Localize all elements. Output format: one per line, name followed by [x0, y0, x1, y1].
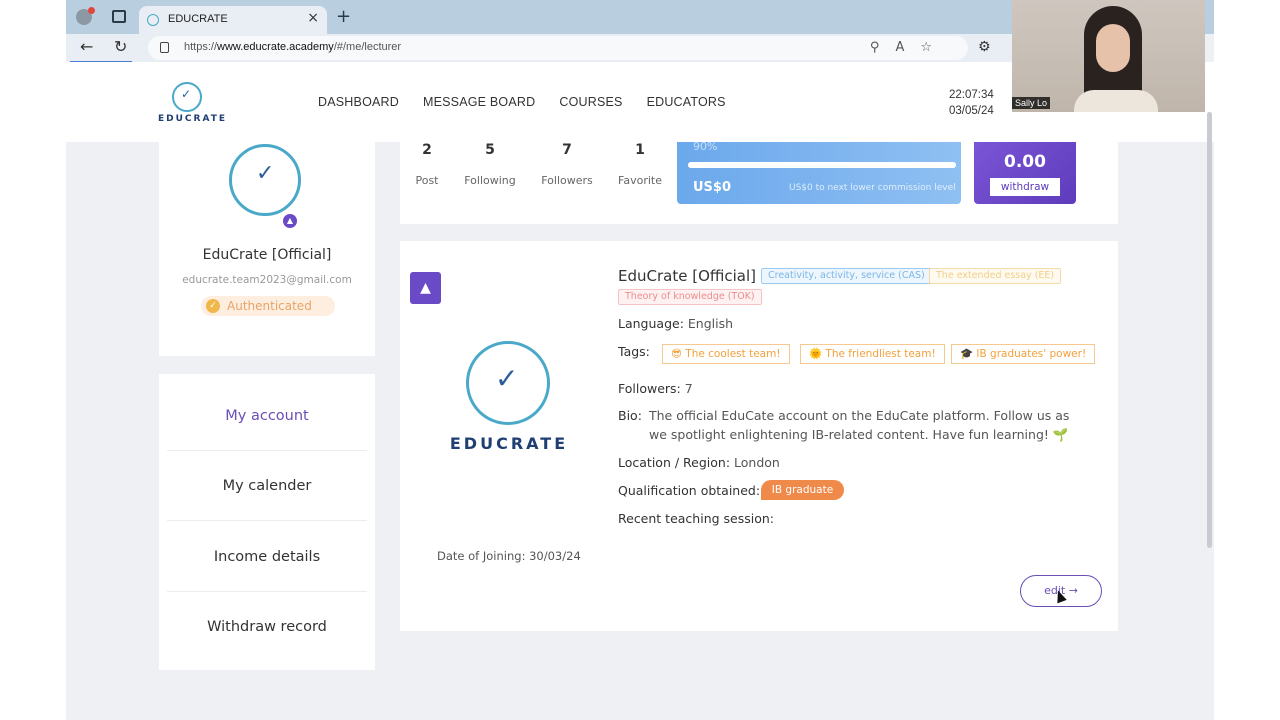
bio-label: Bio: [618, 408, 642, 423]
language-row: Language: English [618, 316, 734, 331]
tag-item: 🎓 IB graduates' power! [951, 344, 1096, 364]
stat-followers[interactable]: 7 Followers [537, 142, 597, 187]
new-tab-icon[interactable]: + [336, 6, 351, 27]
profile-name: EduCrate [Official] [202, 247, 332, 263]
account-sidebar: My account My calender Income details Wi… [159, 374, 375, 670]
sidebar-item-my-account[interactable]: My account [167, 381, 367, 451]
lecturer-badge-icon: ▲ [410, 272, 441, 304]
lecturer-badge-icon: ▲ [283, 214, 297, 228]
join-date: Date of Joining: 30/03/24 [437, 549, 581, 563]
url-text: https://www.educrate.academy/#/me/lectur… [184, 41, 402, 53]
tags-label: Tags: [618, 344, 650, 359]
stat-favorite[interactable]: 1 Favorite [610, 142, 670, 187]
lock-icon[interactable] [160, 42, 169, 53]
avatar [229, 144, 301, 216]
status-badge: ✓ Authenticated [201, 296, 335, 316]
presenter-video [1074, 6, 1158, 112]
qualification-badge: IB graduate [761, 480, 844, 500]
back-arrow-icon[interactable]: ← [80, 37, 93, 56]
stat-post[interactable]: 2 Post [397, 142, 457, 187]
subject-chip-tok: Theory of knowledge (TOK) [618, 289, 762, 305]
location-row: Location / Region: London [618, 455, 780, 470]
address-toolbar: ← ↻ https://www.educrate.academy/#/me/le… [66, 34, 1012, 62]
tab-title: EDUCRATE [168, 13, 228, 25]
webcam-overlay: Sally Lo [1012, 0, 1205, 112]
withdraw-button[interactable]: withdraw [990, 178, 1060, 196]
stat-following[interactable]: 5 Following [460, 142, 520, 187]
commission-progress-bar [688, 162, 956, 168]
presenter-name: Sally Lo [1012, 97, 1051, 109]
balance-value: 0.00 [1004, 152, 1046, 172]
commission-progress-fill [688, 162, 956, 168]
nav-educators[interactable]: EDUCATORS [647, 95, 726, 109]
profile-avatar-icon[interactable] [76, 7, 95, 25]
nav-dashboard[interactable]: DASHBOARD [318, 95, 399, 109]
nav-message-board[interactable]: MESSAGE BOARD [423, 95, 535, 109]
page-scrollbar[interactable] [1207, 112, 1212, 548]
recent-session-label: Recent teaching session: [618, 511, 775, 526]
sidebar-item-my-calender[interactable]: My calender [167, 451, 367, 521]
logo-text: EDUCRATE [449, 434, 569, 453]
share-border-left [0, 0, 66, 720]
favicon-icon [147, 14, 159, 26]
tag-item: 😎 The coolest team! [662, 344, 790, 364]
address-action-icons[interactable]: ⚲A☆ [870, 40, 948, 55]
share-border-right [1214, 0, 1280, 720]
reload-icon[interactable]: ↻ [114, 37, 127, 56]
url-input[interactable]: https://www.educrate.academy/#/me/lectur… [148, 36, 968, 60]
extensions-icon[interactable]: ⚙ [978, 39, 991, 55]
lecturer-name: EduCrate [Official] [618, 267, 757, 285]
lecturer-detail-card: ▲ EDUCRATE Date of Joining: 30/03/24 Edu… [400, 241, 1118, 631]
commission-amount: US$0 [693, 180, 732, 195]
clock: 22:07:34 03/05/24 [949, 87, 994, 119]
tab-actions-icon[interactable] [112, 10, 126, 23]
status-text: Authenticated [227, 299, 312, 313]
followers-row: Followers: 7 [618, 381, 693, 396]
educrate-logo-large: EDUCRATE [448, 341, 570, 453]
commission-percent: 90% [693, 142, 718, 153]
commission-note: US$0 to next lower commission level [789, 183, 956, 193]
stats-panel: 2 Post 5 Following 7 Followers 1 Favorit… [400, 142, 1118, 224]
sidebar-item-income-details[interactable]: Income details [167, 522, 367, 592]
bio-text: The official EduCate account on the EduC… [649, 408, 1070, 442]
browser-tab-educrate[interactable]: EDUCRATE × [139, 6, 327, 34]
profile-email: educrate.team2023@gmail.com [182, 274, 352, 286]
main-nav: DASHBOARD MESSAGE BOARD COURSES EDUCATOR… [318, 95, 726, 109]
balance-card: 0.00 withdraw [974, 142, 1076, 204]
sidebar-item-withdraw-record[interactable]: Withdraw record [167, 592, 367, 662]
profile-card: ▲ EduCrate [Official] educrate.team2023@… [159, 142, 375, 356]
clock-time: 22:07:34 [949, 89, 994, 101]
subject-chip-ee: The extended essay (EE) [929, 268, 1062, 284]
clock-date: 03/05/24 [949, 105, 994, 117]
head-check-icon [466, 341, 550, 425]
close-icon[interactable]: × [307, 10, 319, 26]
head-check-icon [172, 82, 202, 112]
qualification-label: Qualification obtained: [618, 483, 761, 498]
nav-courses[interactable]: COURSES [559, 95, 622, 109]
educrate-logo[interactable]: EDUCRATE [158, 82, 225, 126]
verified-icon: ✓ [206, 299, 220, 313]
commission-card: 90% US$0 US$0 to next lower commission l… [677, 142, 961, 204]
logo-text: EDUCRATE [158, 114, 228, 124]
subject-chip-cas: Creativity, activity, service (CAS) [761, 268, 932, 284]
tag-item: 🌞 The friendliest team! [800, 344, 945, 364]
